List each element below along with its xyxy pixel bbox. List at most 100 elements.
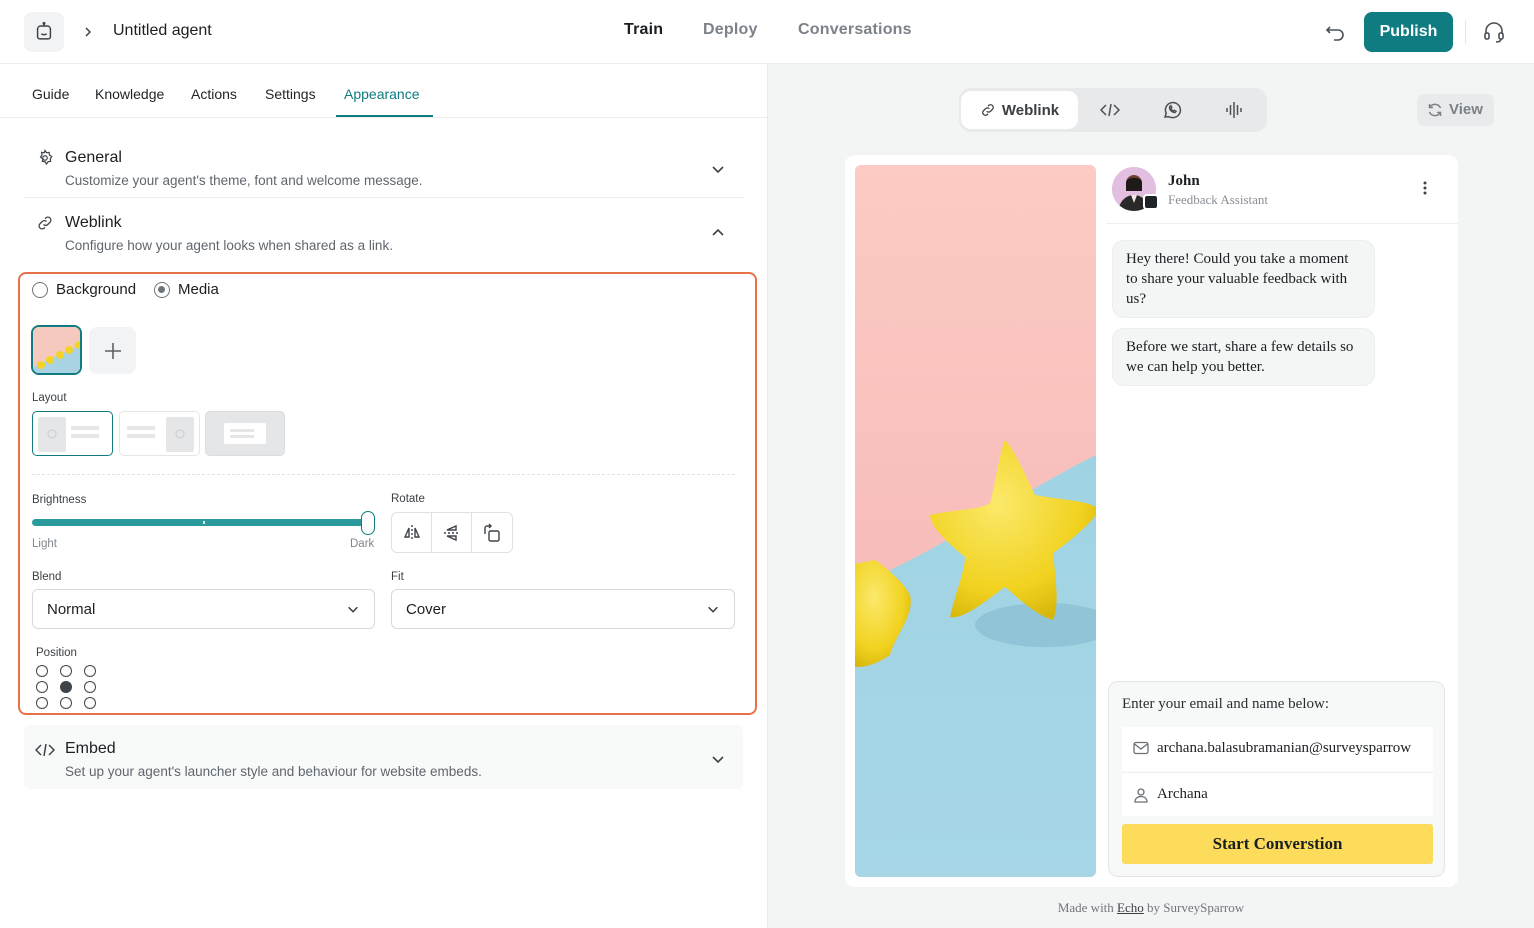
fit-label: Fit (391, 571, 404, 583)
general-section[interactable]: General Customize your agent's theme, fo… (24, 144, 744, 198)
form-title: Enter your email and name below: (1122, 696, 1330, 712)
layout-label: Layout (32, 392, 67, 404)
brightness-max-label: Dark (350, 538, 375, 550)
add-media-button[interactable] (89, 327, 136, 374)
embed-title: Embed (65, 740, 116, 757)
voice-waveform-icon[interactable] (1224, 100, 1244, 120)
radio-background-label[interactable]: Background (56, 281, 136, 298)
subtab-appearance[interactable]: Appearance (344, 86, 420, 102)
flip-vertical-icon (443, 524, 460, 541)
media-thumbnail[interactable] (31, 325, 82, 375)
agent-name[interactable]: Untitled agent (113, 22, 212, 40)
link-icon (981, 104, 994, 116)
rotate-label: Rotate (391, 493, 425, 505)
chevron-down-icon[interactable] (710, 751, 726, 767)
blend-value: Normal (47, 601, 96, 618)
bot-icon (36, 21, 52, 40)
weblink-preview-card: John Feedback Assistant Hey there! Could… (845, 155, 1458, 887)
brightness-slider-track[interactable] (32, 519, 368, 526)
brightness-slider-handle[interactable] (361, 511, 375, 535)
top-bar: Untitled agent Train Deploy Conversation… (0, 0, 1534, 64)
bot-badge-icon (1143, 194, 1159, 210)
blend-label: Blend (32, 571, 62, 583)
brightness-midpoint (203, 521, 205, 524)
position-center[interactable] (60, 681, 72, 693)
contact-form: Enter your email and name below: archana… (1108, 681, 1445, 877)
appearance-sub-tabs: Guide Knowledge Actions Settings Appeara… (0, 64, 767, 118)
rotate-controls (391, 512, 513, 553)
tab-train[interactable]: Train (624, 21, 663, 39)
channel-weblink-label: Weblink (1001, 101, 1060, 119)
weblink-desc: Configure how your agent looks when shar… (65, 238, 393, 253)
chevron-up-icon[interactable] (710, 225, 726, 241)
active-tab-indicator (336, 115, 433, 117)
preview-panel: Weblink View John Feedback Assistant Hey… (768, 64, 1534, 928)
headset-icon[interactable] (1481, 19, 1507, 45)
position-top-left[interactable] (36, 665, 48, 677)
chevron-down-icon[interactable] (710, 161, 726, 177)
flip-vertical-button[interactable] (432, 513, 472, 552)
stars-image (855, 165, 1096, 877)
tab-deploy[interactable]: Deploy (703, 21, 758, 39)
blend-select[interactable]: Normal (32, 589, 375, 629)
preview-media-image (855, 165, 1096, 877)
flip-horizontal-button[interactable] (392, 513, 432, 552)
name-value: Archana (1157, 786, 1208, 802)
whatsapp-icon[interactable] (1162, 100, 1182, 120)
email-value: archana.balasubramanian@surveysparrow (1157, 740, 1412, 756)
agent-home-button[interactable] (24, 12, 64, 52)
tab-conversations[interactable]: Conversations (798, 21, 912, 39)
footer-suffix: by SurveySparrow (1143, 900, 1245, 915)
layout-option-media-left[interactable] (32, 411, 113, 456)
layout-preview-icon (224, 423, 266, 444)
rotate-icon (484, 523, 500, 542)
subtab-guide[interactable]: Guide (32, 86, 69, 102)
position-bottom-left[interactable] (36, 697, 48, 709)
layout-option-media-right[interactable] (119, 411, 200, 456)
position-label: Position (36, 647, 77, 659)
publish-button[interactable]: Publish (1364, 12, 1453, 52)
divider (1465, 20, 1466, 44)
view-button[interactable]: View (1417, 94, 1494, 126)
subtab-actions[interactable]: Actions (191, 86, 237, 102)
layout-option-full-background[interactable] (205, 411, 285, 456)
chat-message: Before we start, share a few details so … (1112, 328, 1375, 386)
layout-preview-icon (38, 417, 99, 452)
refresh-icon (1428, 103, 1442, 117)
channel-switcher: Weblink (959, 88, 1267, 132)
start-conversation-button[interactable]: Start Converstion (1122, 824, 1433, 864)
general-title: General (65, 149, 122, 166)
mail-icon (1133, 741, 1149, 755)
position-top-right[interactable] (84, 665, 96, 677)
code-icon[interactable] (1100, 100, 1120, 120)
radio-media[interactable] (154, 282, 170, 298)
position-top-center[interactable] (60, 665, 72, 677)
subtab-settings[interactable]: Settings (265, 86, 316, 102)
link-icon (38, 216, 52, 230)
agent-name-preview: John (1168, 173, 1200, 189)
view-label: View (1449, 101, 1483, 118)
user-icon (1134, 788, 1148, 803)
position-bottom-center[interactable] (60, 697, 72, 709)
fit-select[interactable]: Cover (391, 589, 735, 629)
name-field[interactable]: Archana (1122, 772, 1433, 816)
chevron-down-icon (348, 606, 358, 613)
channel-weblink[interactable]: Weblink (961, 91, 1078, 129)
radio-background[interactable] (32, 282, 48, 298)
email-field[interactable]: archana.balasubramanian@surveysparrow (1122, 727, 1433, 771)
position-bottom-right[interactable] (84, 697, 96, 709)
embed-section[interactable]: Embed Set up your agent's launcher style… (24, 725, 743, 789)
divider (1106, 223, 1458, 224)
echo-link[interactable]: Echo (1117, 900, 1144, 915)
more-vertical-icon[interactable] (1423, 181, 1427, 195)
undo-icon[interactable] (1322, 19, 1348, 45)
radio-media-label[interactable]: Media (178, 281, 219, 298)
layout-preview-icon (127, 417, 194, 452)
rotate-button[interactable] (472, 513, 512, 552)
made-with-footer: Made with Echo by SurveySparrow (768, 900, 1534, 916)
position-middle-left[interactable] (36, 681, 48, 693)
position-middle-right[interactable] (84, 681, 96, 693)
subtab-knowledge[interactable]: Knowledge (95, 86, 164, 102)
chevron-right-icon (85, 27, 92, 37)
weblink-section-header[interactable]: Weblink Configure how your agent looks w… (24, 209, 744, 259)
